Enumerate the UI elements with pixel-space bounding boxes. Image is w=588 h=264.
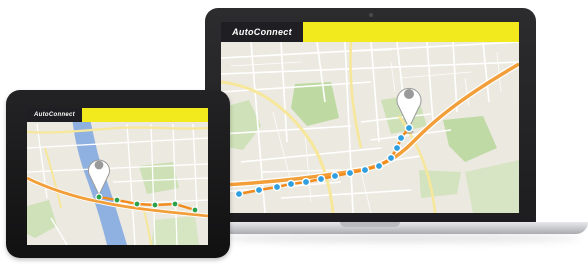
brand-logo[interactable]: AutoConnect (221, 22, 303, 42)
route-marker[interactable] (360, 165, 370, 175)
route-marker[interactable] (396, 133, 406, 143)
laptop-camera (369, 13, 373, 17)
route-marker[interactable] (392, 143, 402, 153)
route-marker[interactable] (374, 161, 384, 171)
route-marker[interactable] (330, 171, 340, 181)
route-marker[interactable] (286, 179, 296, 189)
tablet-map[interactable] (27, 108, 208, 245)
route-marker[interactable] (316, 174, 326, 184)
route-marker[interactable] (191, 206, 199, 214)
route-marker[interactable] (133, 200, 141, 208)
route-marker[interactable] (254, 185, 264, 195)
route-marker[interactable] (386, 153, 396, 163)
route-marker[interactable] (113, 196, 121, 204)
route-marker[interactable] (151, 201, 159, 209)
route-marker[interactable] (301, 177, 311, 187)
route-marker[interactable] (234, 189, 244, 199)
laptop-shadow (210, 234, 580, 242)
laptop-notch (340, 222, 400, 227)
header-bar (303, 22, 519, 42)
park-area (419, 170, 461, 198)
laptop-screen: AutoConnect (221, 22, 519, 213)
laptop-map[interactable] (221, 22, 519, 213)
route-marker[interactable] (171, 200, 179, 208)
app-header: AutoConnect (221, 22, 519, 42)
tablet-screen: AutoConnect (27, 108, 208, 245)
brand-logo[interactable]: AutoConnect (27, 108, 82, 122)
header-bar (82, 108, 208, 122)
route-marker[interactable] (345, 168, 355, 178)
app-header: AutoConnect (27, 108, 208, 122)
route-marker[interactable] (404, 123, 414, 133)
route-marker[interactable] (95, 193, 103, 201)
park-area (151, 216, 199, 245)
route-marker[interactable] (272, 182, 282, 192)
